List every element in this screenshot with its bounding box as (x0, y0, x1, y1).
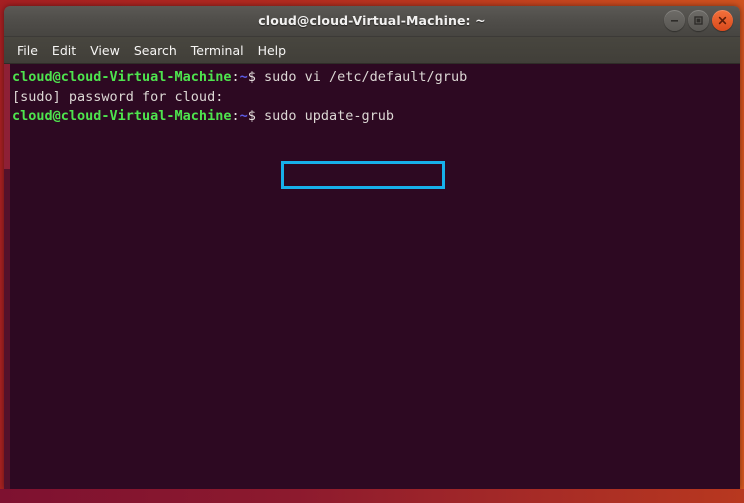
terminal-line-2: [sudo] password for cloud: (12, 88, 740, 108)
sudo-password-prompt: [sudo] password for cloud: (12, 88, 224, 105)
terminal-command-vi-grub: sudo vi /etc/default/grub (255, 69, 468, 85)
menu-item-file[interactable]: File (10, 41, 45, 60)
minimize-icon (669, 15, 680, 26)
close-button[interactable] (712, 10, 733, 31)
menu-item-search[interactable]: Search (127, 41, 184, 60)
terminal-line-3: cloud@cloud-Virtual-Machine:~$ sudo upda… (12, 107, 740, 127)
terminal-command-update-grub: sudo update-grub (255, 108, 395, 124)
window-controls (664, 10, 733, 31)
prompt-colon: : (231, 108, 240, 124)
minimize-button[interactable] (664, 10, 685, 31)
terminal-line-1: cloud@cloud-Virtual-Machine:~$ sudo vi /… (12, 68, 740, 88)
desktop-bottom-strip (0, 489, 744, 503)
prompt-sigil: $ (247, 108, 256, 124)
window-titlebar[interactable]: cloud@cloud-Virtual-Machine: ~ (4, 6, 740, 37)
desktop-screen: cloud@cloud-Virtual-Machine: ~ File Edit… (0, 0, 744, 503)
window-title: cloud@cloud-Virtual-Machine: ~ (258, 13, 486, 28)
prompt-colon: : (231, 69, 240, 85)
prompt-sigil: $ (247, 69, 256, 85)
terminal-area: cloud@cloud-Virtual-Machine:~$ sudo vi /… (4, 64, 740, 489)
close-icon (717, 15, 728, 26)
menu-item-edit[interactable]: Edit (45, 41, 83, 60)
menu-item-help[interactable]: Help (251, 41, 294, 60)
prompt-path: ~ (239, 69, 248, 85)
menu-item-view[interactable]: View (83, 41, 127, 60)
prompt-path: ~ (239, 108, 248, 124)
terminal-window: cloud@cloud-Virtual-Machine: ~ File Edit… (4, 6, 740, 489)
prompt-user-host: cloud@cloud-Virtual-Machine (12, 108, 232, 124)
menu-item-terminal[interactable]: Terminal (184, 41, 251, 60)
maximize-button[interactable] (688, 10, 709, 31)
menubar: File Edit View Search Terminal Help (4, 37, 740, 64)
terminal-output[interactable]: cloud@cloud-Virtual-Machine:~$ sudo vi /… (10, 64, 740, 489)
prompt-user-host: cloud@cloud-Virtual-Machine (12, 69, 232, 85)
maximize-icon (693, 15, 704, 26)
